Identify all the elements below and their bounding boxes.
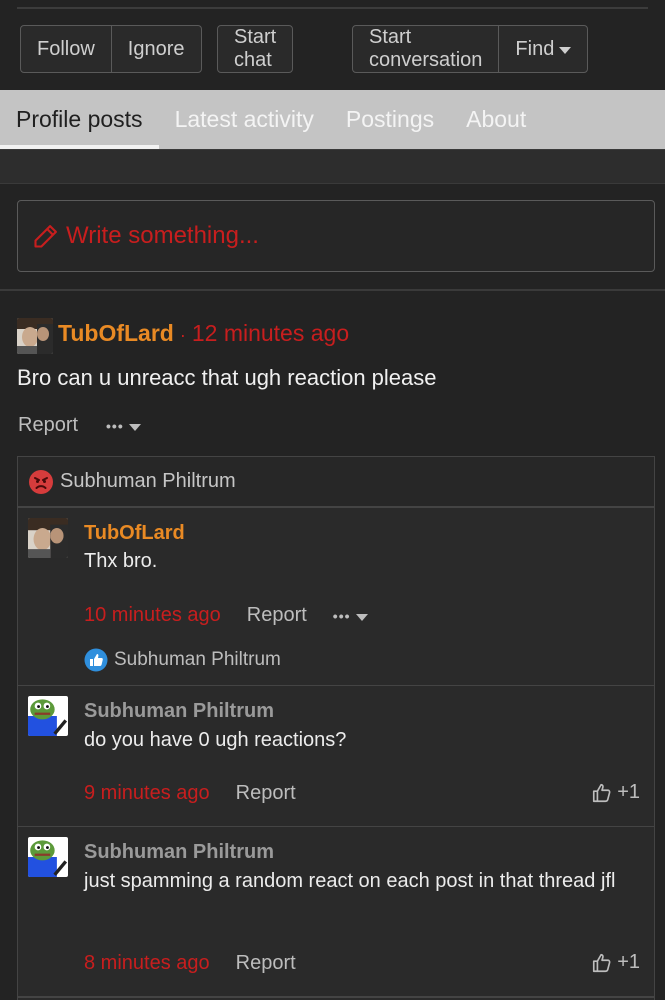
start-conversation-button[interactable]: Start conversation bbox=[353, 26, 498, 72]
avatar[interactable] bbox=[28, 518, 68, 558]
like-badge-icon bbox=[84, 648, 108, 672]
post-author[interactable]: TubOfLard bbox=[58, 320, 174, 347]
tab-underband bbox=[0, 149, 665, 184]
caret-down-icon bbox=[559, 47, 572, 54]
find-button[interactable]: Find bbox=[498, 26, 587, 72]
avatar[interactable] bbox=[17, 318, 53, 354]
comment-item: Subhuman Philtrum just spamming a random… bbox=[18, 826, 654, 1000]
separator-dot: · bbox=[179, 325, 186, 345]
comment-author[interactable]: Subhuman Philtrum bbox=[84, 841, 274, 864]
angry-face-icon bbox=[29, 469, 53, 494]
write-something-input[interactable]: Write something... bbox=[17, 200, 655, 272]
like-button[interactable]: +1 bbox=[591, 951, 640, 974]
comment-body: do you have 0 ugh reactions? bbox=[84, 729, 347, 751]
comment-item: TubOfLard Thx bro. 10 minutes ago Report… bbox=[18, 507, 654, 685]
comment-body: Thx bro. bbox=[84, 550, 158, 572]
comment-meta: 8 minutes ago Report bbox=[84, 952, 296, 975]
start-chat-button[interactable]: Start chat bbox=[218, 26, 292, 72]
tab-about[interactable]: About bbox=[450, 90, 542, 149]
reaction-user: Subhuman Philtrum bbox=[60, 470, 236, 492]
more-dots-icon: ••• bbox=[106, 417, 124, 434]
comment-author[interactable]: Subhuman Philtrum bbox=[84, 700, 274, 723]
find-label: Find bbox=[515, 37, 555, 60]
ignore-button[interactable]: Ignore bbox=[110, 26, 201, 72]
caret-down-icon bbox=[355, 613, 368, 621]
profile-tabs: Profile posts Latest activity Postings A… bbox=[0, 90, 665, 149]
more-options-button[interactable]: ••• bbox=[106, 418, 141, 434]
report-link[interactable]: Report bbox=[236, 782, 296, 805]
comment-timestamp[interactable]: 9 minutes ago bbox=[84, 782, 210, 805]
post-body: Bro can u unreacc that ugh reaction plea… bbox=[17, 365, 437, 390]
reacted-by: Subhuman Philtrum bbox=[114, 649, 281, 670]
post-timestamp[interactable]: 12 minutes ago bbox=[192, 320, 349, 347]
comment-author[interactable]: TubOfLard bbox=[84, 522, 185, 545]
report-link[interactable]: Report bbox=[247, 604, 307, 627]
thumbs-up-icon bbox=[593, 783, 611, 802]
section-divider bbox=[0, 289, 665, 291]
comment-item: Subhuman Philtrum do you have 0 ugh reac… bbox=[18, 685, 654, 826]
like-label: +1 bbox=[617, 951, 640, 973]
start-chat-group: Start chat bbox=[217, 25, 294, 73]
conversation-find-group: Start conversation Find bbox=[352, 25, 589, 73]
tab-profile-posts[interactable]: Profile posts bbox=[0, 90, 159, 149]
tab-latest-activity[interactable]: Latest activity bbox=[159, 90, 330, 149]
comment-timestamp[interactable]: 8 minutes ago bbox=[84, 952, 210, 975]
post-actions: Report ••• bbox=[18, 414, 141, 437]
comments-panel: Subhuman Philtrum TubOfLard Thx bro. 10 … bbox=[17, 456, 655, 1000]
pepe-avatar-icon bbox=[28, 837, 68, 877]
pencil-icon bbox=[34, 225, 57, 248]
more-dots-icon: ••• bbox=[332, 607, 351, 624]
comment-meta: 9 minutes ago Report bbox=[84, 782, 296, 805]
thumbs-up-icon bbox=[593, 953, 611, 972]
report-link[interactable]: Report bbox=[18, 414, 78, 437]
top-divider bbox=[17, 7, 648, 9]
write-placeholder: Write something... bbox=[66, 222, 259, 249]
report-link[interactable]: Report bbox=[236, 952, 296, 975]
follow-ignore-group: Follow Ignore bbox=[20, 25, 202, 73]
tuboflard-avatar-icon bbox=[28, 518, 68, 558]
avatar[interactable] bbox=[28, 696, 68, 736]
caret-down-icon bbox=[128, 423, 141, 431]
avatar[interactable] bbox=[28, 837, 68, 877]
post-header: TubOfLard · 12 minutes ago bbox=[58, 320, 349, 347]
pepe-avatar-icon bbox=[28, 696, 68, 736]
post-reaction-summary[interactable]: Subhuman Philtrum bbox=[18, 457, 654, 507]
comment-meta: 10 minutes ago Report ••• bbox=[84, 604, 368, 627]
bottom-divider bbox=[17, 996, 655, 998]
comment-reaction-summary[interactable]: Subhuman Philtrum bbox=[84, 648, 281, 672]
comment-timestamp[interactable]: 10 minutes ago bbox=[84, 604, 221, 627]
tab-postings[interactable]: Postings bbox=[330, 90, 450, 149]
follow-button[interactable]: Follow bbox=[21, 26, 111, 72]
comment-body: just spamming a random react on each pos… bbox=[84, 870, 616, 892]
more-options-button[interactable]: ••• bbox=[333, 608, 368, 624]
like-button[interactable]: +1 bbox=[591, 781, 640, 804]
like-label: +1 bbox=[617, 781, 640, 803]
tuboflard-avatar-icon bbox=[17, 318, 53, 354]
